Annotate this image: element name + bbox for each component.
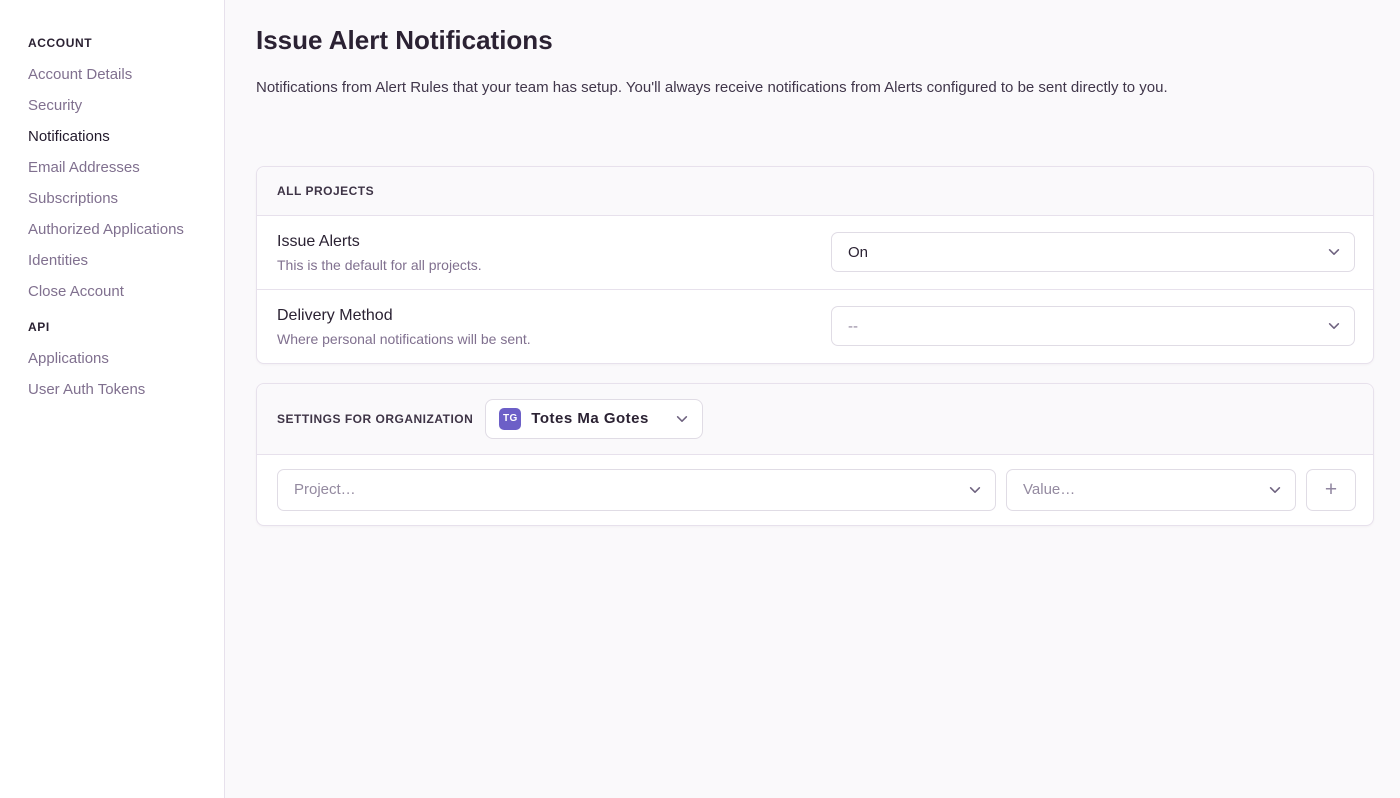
organization-name: Totes Ma Gotes <box>531 410 649 427</box>
sidebar-item-security[interactable]: Security <box>28 97 214 115</box>
main-content: Issue Alert Notifications Notifications … <box>225 0 1400 526</box>
page-title: Issue Alert Notifications <box>256 26 1374 56</box>
chevron-down-icon <box>1327 319 1341 333</box>
delivery-method-label: Delivery Method <box>277 306 531 325</box>
settings-sidebar: ACCOUNT Account Details Security Notific… <box>0 0 225 798</box>
sidebar-item-authorized-applications[interactable]: Authorized Applications <box>28 221 214 239</box>
organization-panel-header: SETTINGS FOR ORGANIZATION TG Totes Ma Go… <box>257 384 1373 455</box>
sidebar-item-applications[interactable]: Applications <box>28 350 214 368</box>
sidebar-section-account: ACCOUNT Account Details Security Notific… <box>28 36 214 301</box>
organization-settings-panel: SETTINGS FOR ORGANIZATION TG Totes Ma Go… <box>256 383 1374 526</box>
chevron-down-icon <box>1268 483 1282 497</box>
delivery-method-select-value: -- <box>848 318 858 335</box>
sidebar-section-header-account: ACCOUNT <box>28 36 214 50</box>
delivery-method-help: Where personal notifications will be sen… <box>277 331 531 347</box>
issue-alerts-label: Issue Alerts <box>277 232 482 251</box>
issue-alerts-help: This is the default for all projects. <box>277 257 482 273</box>
delivery-method-labels: Delivery Method Where personal notificat… <box>277 306 531 347</box>
chevron-down-icon <box>968 483 982 497</box>
issue-alerts-select[interactable]: On <box>831 232 1355 272</box>
chevron-down-icon <box>675 412 689 426</box>
sidebar-item-account-details[interactable]: Account Details <box>28 66 214 84</box>
add-project-setting-button[interactable]: + <box>1306 469 1356 511</box>
organization-select[interactable]: TG Totes Ma Gotes <box>485 399 703 439</box>
project-select-placeholder: Project… <box>294 481 356 498</box>
issue-alerts-labels: Issue Alerts This is the default for all… <box>277 232 482 273</box>
value-select[interactable]: Value… <box>1006 469 1296 511</box>
project-select[interactable]: Project… <box>277 469 996 511</box>
sidebar-item-subscriptions[interactable]: Subscriptions <box>28 190 214 208</box>
sidebar-item-close-account[interactable]: Close Account <box>28 283 214 301</box>
plus-icon: + <box>1325 479 1337 500</box>
page-description: Notifications from Alert Rules that your… <box>256 79 1374 98</box>
delivery-method-row: Delivery Method Where personal notificat… <box>257 289 1373 363</box>
chevron-down-icon <box>1327 245 1341 259</box>
delivery-method-select[interactable]: -- <box>831 306 1355 346</box>
sidebar-item-notifications[interactable]: Notifications <box>28 128 214 146</box>
all-projects-panel: ALL PROJECTS Issue Alerts This is the de… <box>256 166 1374 364</box>
organization-avatar: TG <box>499 408 521 430</box>
issue-alerts-select-value: On <box>848 244 868 261</box>
sidebar-item-email-addresses[interactable]: Email Addresses <box>28 159 214 177</box>
sidebar-item-user-auth-tokens[interactable]: User Auth Tokens <box>28 381 214 399</box>
organization-panel-header-label: SETTINGS FOR ORGANIZATION <box>277 412 473 426</box>
sidebar-section-header-api: API <box>28 320 214 334</box>
project-fine-tune-row: Project… Value… + <box>257 455 1373 525</box>
issue-alerts-row: Issue Alerts This is the default for all… <box>257 216 1373 289</box>
value-select-placeholder: Value… <box>1023 481 1075 498</box>
sidebar-item-identities[interactable]: Identities <box>28 252 214 270</box>
sidebar-section-api: API Applications User Auth Tokens <box>28 320 214 399</box>
all-projects-panel-header: ALL PROJECTS <box>257 167 1373 216</box>
